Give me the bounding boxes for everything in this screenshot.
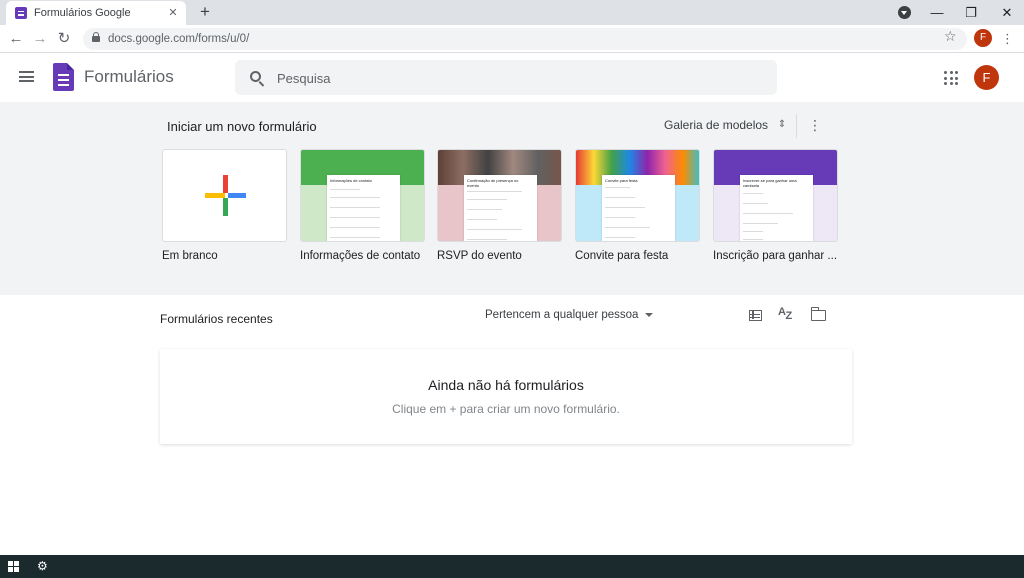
template-preview: Convite para festa — [602, 175, 675, 241]
windows-start-icon[interactable] — [8, 561, 19, 572]
template-thumbnail[interactable]: Inscrever-se para ganhar uma camiseta — [713, 149, 838, 242]
main-menu-icon[interactable] — [19, 71, 34, 82]
template-thumbnail[interactable] — [162, 149, 287, 242]
google-apps-icon[interactable] — [944, 71, 958, 85]
template-gallery-label: Galeria de modelos — [664, 118, 769, 132]
reload-icon[interactable]: ↻ — [54, 29, 74, 49]
template-preview: Confirmação de presença no evento — [464, 175, 537, 241]
forward-icon[interactable]: → — [30, 29, 50, 49]
template-label: Convite para festa — [575, 250, 669, 262]
empty-state-title: Ainda não há formulários — [428, 377, 584, 393]
new-tab-button[interactable]: + — [196, 3, 214, 21]
back-icon[interactable]: ← — [6, 29, 26, 49]
search-input[interactable] — [277, 69, 757, 87]
folder-icon[interactable] — [810, 307, 826, 321]
template-preview: Inscrever-se para ganhar uma camiseta — [740, 175, 813, 241]
template-contact-info[interactable]: Informações de contato Informações de co… — [300, 149, 425, 262]
template-thumbnail[interactable]: Confirmação de presença no evento — [437, 149, 562, 242]
bookmark-star-icon[interactable]: ☆ — [944, 28, 957, 45]
lock-icon — [92, 31, 100, 45]
search-icon[interactable] — [250, 71, 261, 82]
close-window-button[interactable]: ✕ — [990, 0, 1024, 25]
restore-button[interactable]: ❐ — [954, 0, 988, 25]
owner-filter-label: Pertencem a qualquer pessoa — [485, 309, 639, 321]
empty-state-subtitle: Clique em + para criar um novo formulári… — [392, 402, 620, 416]
divider — [796, 114, 797, 138]
template-blank[interactable]: Em branco — [162, 149, 287, 262]
forms-logo-icon[interactable] — [53, 63, 74, 91]
browser-tab-strip: Formulários Google ✕ + — ❐ ✕ — [0, 0, 1024, 25]
tab-forms[interactable]: Formulários Google ✕ — [6, 1, 186, 25]
browser-menu-icon[interactable]: ⋮ — [1001, 29, 1014, 49]
more-options-icon[interactable]: ⋮ — [808, 116, 822, 134]
template-gallery-button[interactable]: Galeria de modelos ⇕ — [664, 118, 787, 132]
template-label: Em branco — [162, 250, 218, 262]
template-rsvp[interactable]: Confirmação de presença no evento RSVP d… — [437, 149, 562, 262]
browser-profile-avatar[interactable]: F — [974, 29, 992, 47]
forms-favicon-icon — [15, 7, 27, 19]
account-avatar[interactable]: F — [974, 65, 999, 90]
template-label: RSVP do evento — [437, 250, 522, 262]
template-party-invite[interactable]: Convite para festa Convite para festa — [575, 149, 700, 262]
template-preview: Informações de contato — [327, 175, 400, 241]
app-title[interactable]: Formulários — [84, 67, 174, 87]
template-label: Inscrição para ganhar ... — [713, 250, 838, 262]
sort-az-icon[interactable]: AZ — [778, 306, 792, 322]
minimize-button[interactable]: — — [920, 0, 954, 25]
template-section: Iniciar um novo formulário Galeria de mo… — [0, 102, 1024, 295]
list-view-icon[interactable] — [749, 310, 762, 321]
tab-title: Formulários Google — [34, 7, 131, 19]
owner-filter-dropdown[interactable]: Pertencem a qualquer pessoa — [485, 309, 654, 321]
browser-toolbar: ← → ↻ docs.google.com/forms/u/0/ ☆ F ⋮ — [0, 25, 1024, 53]
caret-down-icon — [645, 313, 654, 317]
template-tshirt-signup[interactable]: Inscrever-se para ganhar uma camiseta In… — [713, 149, 838, 262]
empty-state-card: Ainda não há formulários Clique em + par… — [160, 349, 852, 444]
template-label: Informações de contato — [300, 250, 421, 262]
windows-taskbar: ⚙ — [0, 555, 1024, 578]
url-text: docs.google.com/forms/u/0/ — [108, 33, 250, 45]
search-bar[interactable] — [235, 60, 777, 95]
app-header: Formulários — [0, 54, 1024, 102]
settings-gear-icon[interactable]: ⚙ — [37, 558, 48, 575]
unfold-more-icon: ⇕ — [777, 119, 787, 130]
profile-menu-icon[interactable] — [898, 6, 911, 19]
recent-forms-title: Formulários recentes — [160, 312, 273, 326]
template-thumbnail[interactable]: Informações de contato — [300, 149, 425, 242]
tab-close-icon[interactable]: ✕ — [165, 5, 181, 21]
template-thumbnail[interactable]: Convite para festa — [575, 149, 700, 242]
address-bar[interactable]: docs.google.com/forms/u/0/ — [83, 28, 967, 50]
template-heading: Iniciar um novo formulário — [167, 119, 317, 134]
